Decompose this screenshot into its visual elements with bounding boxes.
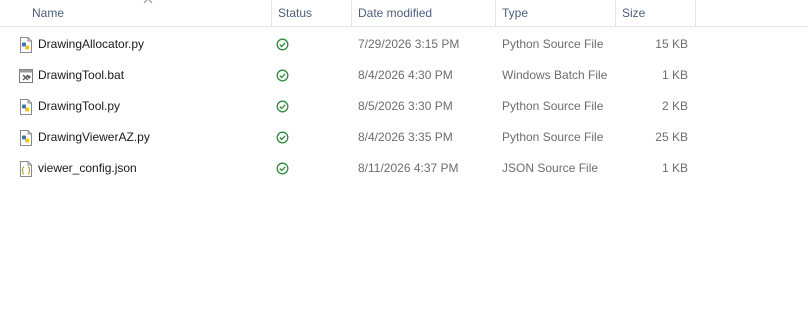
file-size: 15 KB bbox=[655, 37, 688, 51]
file-date-modified: 8/5/2026 3:30 PM bbox=[358, 99, 453, 113]
python-file-icon bbox=[20, 99, 32, 115]
batch-file-icon bbox=[19, 69, 33, 83]
file-size: 25 KB bbox=[655, 130, 688, 144]
file-name: DrawingAllocator.py bbox=[38, 37, 145, 51]
synced-check-icon bbox=[276, 100, 289, 113]
column-header-date-modified[interactable]: Date modified bbox=[352, 0, 494, 26]
file-name: DrawingTool.py bbox=[38, 99, 121, 113]
file-size: 1 KB bbox=[661, 68, 688, 82]
status-cell bbox=[276, 29, 290, 60]
status-cell bbox=[276, 91, 290, 122]
column-header-row: Name Status Date modified Type Size bbox=[0, 0, 808, 27]
file-date-modified: 8/11/2026 4:37 PM bbox=[358, 161, 459, 175]
column-header-size[interactable]: Size bbox=[616, 0, 694, 26]
json-file-icon bbox=[20, 161, 32, 177]
synced-check-icon bbox=[276, 69, 289, 82]
file-type: Windows Batch File bbox=[502, 68, 608, 82]
python-file-icon bbox=[20, 37, 32, 53]
file-row[interactable]: DrawingTool.bat 8/4/2026 4:30 PM Windows… bbox=[0, 60, 808, 91]
column-header-status[interactable]: Status bbox=[272, 0, 350, 26]
status-cell bbox=[276, 153, 290, 184]
synced-check-icon bbox=[276, 38, 289, 51]
file-name: DrawingViewerAZ.py bbox=[38, 130, 150, 144]
python-file-icon bbox=[20, 130, 32, 146]
file-explorer-list: Name Status Date modified Type Size Draw… bbox=[0, 0, 808, 335]
column-divider[interactable] bbox=[695, 0, 696, 26]
file-size: 2 KB bbox=[661, 99, 688, 113]
file-row[interactable]: viewer_config.json 8/11/2026 4:37 PM JSO… bbox=[0, 153, 808, 184]
column-header-type[interactable]: Type bbox=[496, 0, 614, 26]
file-date-modified: 8/4/2026 4:30 PM bbox=[358, 68, 453, 82]
column-header-name[interactable]: Name bbox=[26, 0, 270, 26]
file-row[interactable]: DrawingAllocator.py 7/29/2026 3:15 PM Py… bbox=[0, 29, 808, 60]
file-size: 1 KB bbox=[661, 161, 688, 175]
file-list: DrawingAllocator.py 7/29/2026 3:15 PM Py… bbox=[0, 29, 808, 184]
synced-check-icon bbox=[276, 162, 289, 175]
status-cell bbox=[276, 60, 290, 91]
file-name: viewer_config.json bbox=[38, 161, 137, 175]
file-name: DrawingTool.bat bbox=[38, 68, 125, 82]
file-row[interactable]: DrawingViewerAZ.py 8/4/2026 3:35 PM Pyth… bbox=[0, 122, 808, 153]
synced-check-icon bbox=[276, 131, 289, 144]
status-cell bbox=[276, 122, 290, 153]
file-type: Python Source File bbox=[502, 99, 604, 113]
file-date-modified: 7/29/2026 3:15 PM bbox=[358, 37, 460, 51]
file-type: Python Source File bbox=[502, 37, 604, 51]
file-row[interactable]: DrawingTool.py 8/5/2026 3:30 PM Python S… bbox=[0, 91, 808, 122]
file-date-modified: 8/4/2026 3:35 PM bbox=[358, 130, 453, 144]
file-type: JSON Source File bbox=[502, 161, 599, 175]
file-type: Python Source File bbox=[502, 130, 604, 144]
